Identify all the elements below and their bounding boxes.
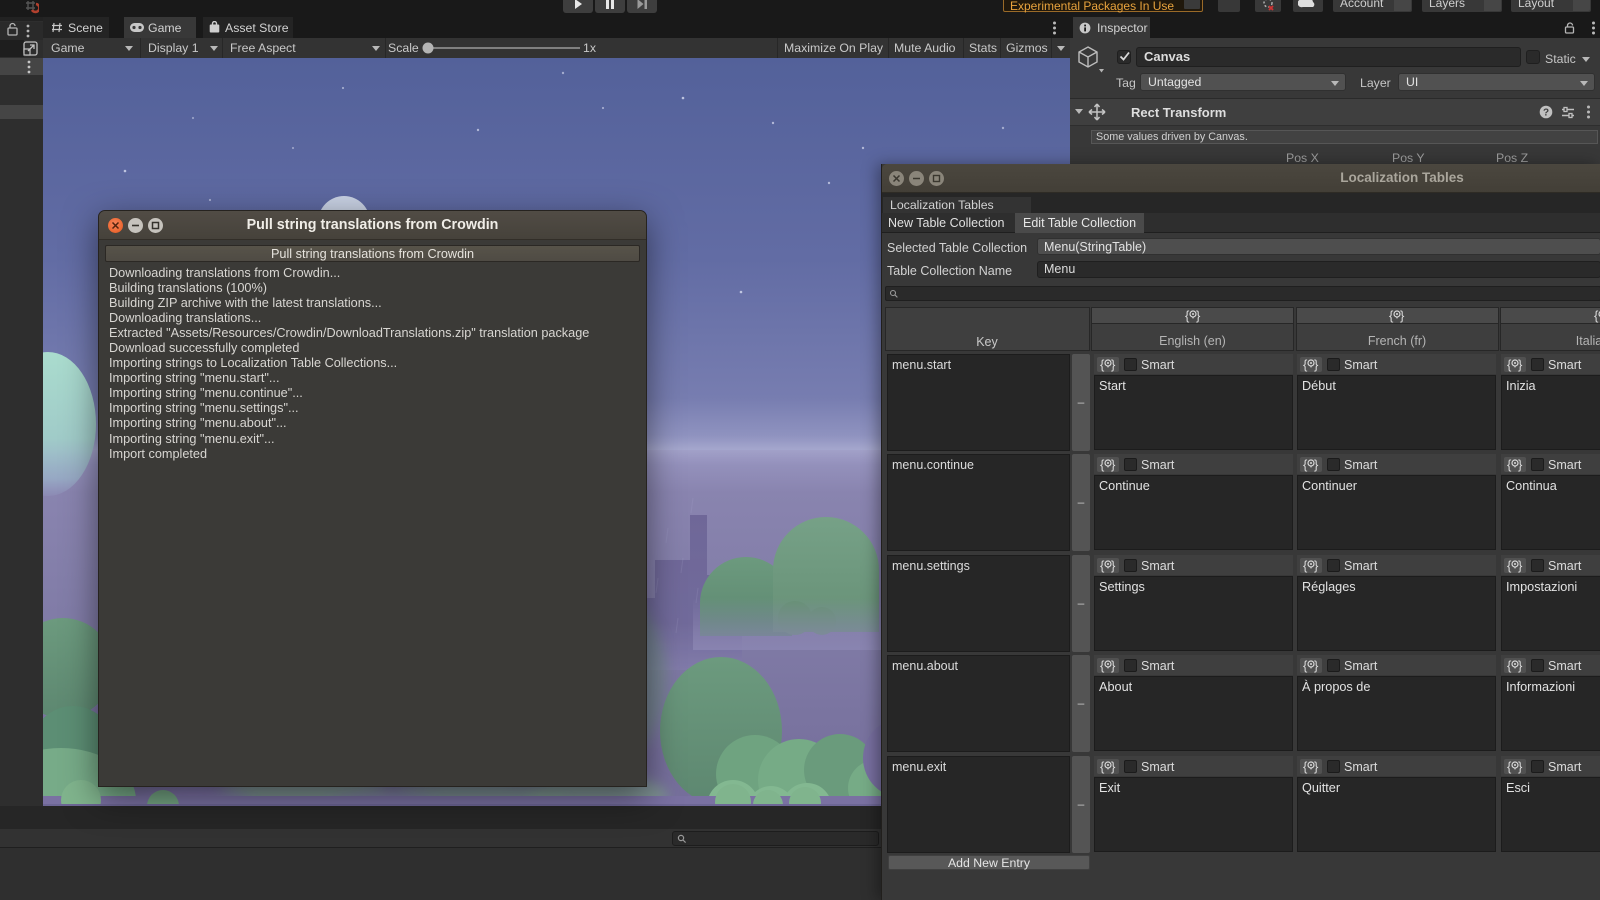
svg-text:}: } [1111, 357, 1116, 372]
svg-text:{: { [1100, 759, 1105, 774]
svg-text:}: } [1518, 357, 1523, 372]
svg-text:{: { [1507, 558, 1512, 573]
svg-text:{: { [1100, 658, 1105, 673]
svg-text:{: { [1507, 357, 1512, 372]
svg-text:}: } [1314, 357, 1319, 372]
svg-text:{: { [1507, 658, 1512, 673]
svg-text:}: } [1111, 658, 1116, 673]
svg-text:{: { [1100, 457, 1105, 472]
svg-text:{: { [1507, 759, 1512, 774]
svg-text:{: { [1303, 357, 1308, 372]
svg-text:?: ? [1543, 108, 1549, 119]
svg-text:{: { [1100, 558, 1105, 573]
svg-text:{: { [1507, 457, 1512, 472]
svg-text:}: } [1400, 308, 1405, 323]
svg-text:}: } [1518, 558, 1523, 573]
svg-text:}: } [1314, 558, 1319, 573]
svg-text:{: { [1185, 308, 1190, 323]
svg-text:{: { [1303, 658, 1308, 673]
svg-text:{: { [1389, 308, 1394, 323]
svg-text:}: } [1196, 308, 1201, 323]
svg-text:}: } [1314, 658, 1319, 673]
svg-text:}: } [1518, 658, 1523, 673]
svg-text:}: } [1111, 457, 1116, 472]
svg-text:}: } [1314, 759, 1319, 774]
svg-text:{: { [1303, 759, 1308, 774]
svg-text:{: { [1303, 457, 1308, 472]
svg-text:}: } [1518, 759, 1523, 774]
svg-text:}: } [1314, 457, 1319, 472]
svg-text:{: { [1100, 357, 1105, 372]
svg-text:}: } [1111, 558, 1116, 573]
svg-text:{: { [1594, 308, 1599, 323]
svg-text:}: } [1518, 457, 1523, 472]
svg-text:{: { [1303, 558, 1308, 573]
svg-text:}: } [1111, 759, 1116, 774]
